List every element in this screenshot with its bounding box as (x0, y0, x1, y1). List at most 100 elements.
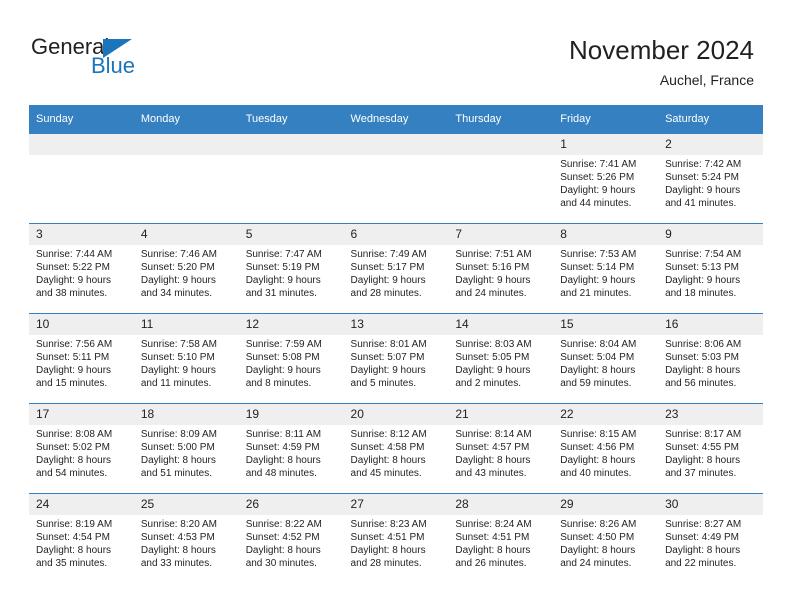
day-number: 26 (238, 494, 344, 515)
day-number: 30 (658, 494, 763, 515)
day-number: 16 (658, 314, 763, 335)
calendar-day-cell[interactable]: 19 Sunrise: 8:11 AM Sunset: 4:59 PM Dayligh… (238, 403, 344, 494)
daylight-text-line1: Daylight: 9 hours (350, 275, 426, 286)
sunrise-text: Sunrise: 8:24 AM (455, 519, 532, 530)
sunrise-text: Sunrise: 7:41 AM (560, 159, 637, 170)
sunrise-text: Sunrise: 8:23 AM (350, 519, 427, 530)
day-details: Sunrise: 8:17 AM Sunset: 4:55 PM Daylight:… (658, 425, 763, 480)
calendar-day-cell[interactable]: 7 Sunrise: 7:51 AM Sunset: 5:16 PM Daylight… (448, 223, 554, 314)
calendar-day-cell[interactable]: 29 Sunrise: 8:26 AM Sunset: 4:50 PM Dayligh… (553, 493, 659, 583)
calendar-day-cell[interactable]: 14 Sunrise: 8:03 AM Sunset: 5:05 PM Dayligh… (448, 313, 554, 404)
calendar-day-cell[interactable]: 11 Sunrise: 7:58 AM Sunset: 5:10 PM Dayligh… (133, 313, 239, 404)
day-number: 23 (658, 404, 763, 425)
day-details: Sunrise: 8:24 AM Sunset: 4:51 PM Daylight:… (448, 515, 553, 570)
day-number: 8 (553, 224, 659, 245)
daylight-text-line2: and 59 minutes. (560, 378, 632, 389)
daylight-text-line2: and 40 minutes. (560, 468, 632, 479)
calendar-day-cell[interactable]: 17 Sunrise: 8:08 AM Sunset: 5:02 PM Dayligh… (29, 403, 134, 494)
sunrise-text: Sunrise: 8:19 AM (36, 519, 113, 530)
daylight-text-line1: Daylight: 8 hours (140, 545, 216, 556)
sunset-text: Sunset: 4:58 PM (350, 442, 425, 453)
daylight-text-line1: Daylight: 8 hours (245, 455, 321, 466)
sunset-text: Sunset: 4:55 PM (665, 442, 739, 453)
sunset-text: Sunset: 5:17 PM (350, 262, 425, 273)
calendar-day-cell[interactable]: 27 Sunrise: 8:23 AM Sunset: 4:51 PM Dayligh… (343, 493, 449, 583)
calendar-day-cell[interactable]: 24 Sunrise: 8:19 AM Sunset: 4:54 PM Dayligh… (29, 493, 134, 583)
calendar-table: Sunday Monday Tuesday Wednesday Thursday… (29, 105, 763, 583)
calendar-day-cell[interactable]: 3 Sunrise: 7:44 AM Sunset: 5:22 PM Daylight… (29, 223, 134, 314)
sunset-text: Sunset: 5:02 PM (36, 442, 110, 453)
daylight-text-line2: and 15 minutes. (36, 378, 108, 389)
day-number (238, 134, 344, 155)
calendar-day-cell[interactable]: 6 Sunrise: 7:49 AM Sunset: 5:17 PM Daylight… (343, 223, 449, 314)
daylight-text-line2: and 24 minutes. (455, 288, 527, 299)
sunset-text: Sunset: 4:50 PM (560, 532, 635, 543)
daylight-text-line1: Daylight: 9 hours (665, 185, 741, 196)
calendar-day-cell[interactable]: 10 Sunrise: 7:56 AM Sunset: 5:11 PM Dayligh… (29, 313, 134, 404)
sunrise-text: Sunrise: 8:17 AM (665, 429, 742, 440)
sunrise-text: Sunrise: 7:53 AM (560, 249, 637, 260)
day-number: 10 (29, 314, 134, 335)
calendar-day-cell[interactable]: 4 Sunrise: 7:46 AM Sunset: 5:20 PM Daylight… (133, 223, 239, 314)
day-details: Sunrise: 8:15 AM Sunset: 4:56 PM Daylight:… (553, 425, 658, 480)
daylight-text-line2: and 43 minutes. (455, 468, 527, 479)
day-number: 4 (133, 224, 239, 245)
calendar-day-cell[interactable]: 9 Sunrise: 7:54 AM Sunset: 5:13 PM Daylight… (658, 223, 763, 314)
day-details: Sunrise: 7:41 AM Sunset: 5:26 PM Daylight:… (553, 155, 658, 210)
sunrise-text: Sunrise: 7:49 AM (350, 249, 427, 260)
daylight-text-line1: Daylight: 9 hours (560, 185, 636, 196)
sunset-text: Sunset: 5:22 PM (36, 262, 110, 273)
weekday-header-sunday: Sunday (29, 105, 134, 134)
sunrise-text: Sunrise: 8:20 AM (140, 519, 217, 530)
daylight-text-line2: and 45 minutes. (350, 468, 422, 479)
sunrise-text: Sunrise: 8:03 AM (455, 339, 532, 350)
day-number: 21 (448, 404, 554, 425)
calendar-day-cell[interactable]: 8 Sunrise: 7:53 AM Sunset: 5:14 PM Daylight… (553, 223, 659, 314)
calendar-day-cell[interactable]: 13 Sunrise: 8:01 AM Sunset: 5:07 PM Dayligh… (343, 313, 449, 404)
daylight-text-line2: and 26 minutes. (455, 558, 527, 569)
sunrise-text: Sunrise: 8:22 AM (245, 519, 322, 530)
daylight-text-line2: and 41 minutes. (665, 198, 737, 209)
calendar-day-cell[interactable]: 15 Sunrise: 8:04 AM Sunset: 5:04 PM Dayligh… (553, 313, 659, 404)
brand-logo[interactable]: General Blue (31, 36, 211, 86)
day-details: Sunrise: 8:14 AM Sunset: 4:57 PM Daylight:… (448, 425, 553, 480)
day-details: Sunrise: 8:06 AM Sunset: 5:03 PM Daylight:… (658, 335, 763, 390)
sunrise-text: Sunrise: 8:08 AM (36, 429, 113, 440)
daylight-text-line1: Daylight: 8 hours (455, 545, 531, 556)
daylight-text-line2: and 21 minutes. (560, 288, 632, 299)
sunrise-text: Sunrise: 7:59 AM (245, 339, 322, 350)
daylight-text-line2: and 38 minutes. (36, 288, 108, 299)
day-number: 3 (29, 224, 134, 245)
calendar-day-cell[interactable]: 21 Sunrise: 8:14 AM Sunset: 4:57 PM Dayligh… (448, 403, 554, 494)
calendar-day-cell[interactable]: 22 Sunrise: 8:15 AM Sunset: 4:56 PM Dayligh… (553, 403, 659, 494)
calendar-day-cell[interactable]: 1 Sunrise: 7:41 AM Sunset: 5:26 PM Daylight… (553, 133, 659, 224)
calendar-day-cell[interactable]: 2 Sunrise: 7:42 AM Sunset: 5:24 PM Daylight… (658, 133, 763, 224)
daylight-text-line1: Daylight: 9 hours (140, 365, 216, 376)
daylight-text-line1: Daylight: 9 hours (350, 365, 426, 376)
calendar-day-cell[interactable]: 12 Sunrise: 7:59 AM Sunset: 5:08 PM Dayligh… (238, 313, 344, 404)
day-number: 22 (553, 404, 659, 425)
day-details: Sunrise: 7:53 AM Sunset: 5:14 PM Daylight:… (553, 245, 658, 300)
sunset-text: Sunset: 4:54 PM (36, 532, 110, 543)
calendar-day-cell[interactable]: 30 Sunrise: 8:27 AM Sunset: 4:49 PM Dayligh… (658, 493, 763, 583)
day-number: 7 (448, 224, 554, 245)
daylight-text-line2: and 33 minutes. (140, 558, 213, 569)
sunrise-text: Sunrise: 8:14 AM (455, 429, 532, 440)
daylight-text-line2: and 44 minutes. (560, 198, 632, 209)
sunset-text: Sunset: 4:59 PM (245, 442, 320, 453)
day-details: Sunrise: 8:27 AM Sunset: 4:49 PM Daylight:… (658, 515, 763, 570)
day-details: Sunrise: 8:04 AM Sunset: 5:04 PM Daylight:… (553, 335, 658, 390)
calendar-day-cell[interactable]: 16 Sunrise: 8:06 AM Sunset: 5:03 PM Dayligh… (658, 313, 763, 404)
calendar-day-cell[interactable]: 18 Sunrise: 8:09 AM Sunset: 5:00 PM Dayligh… (133, 403, 239, 494)
calendar-day-cell[interactable]: 23 Sunrise: 8:17 AM Sunset: 4:55 PM Dayligh… (658, 403, 763, 494)
calendar-day-cell[interactable]: 20 Sunrise: 8:12 AM Sunset: 4:58 PM Dayligh… (343, 403, 449, 494)
day-details: Sunrise: 7:56 AM Sunset: 5:11 PM Daylight:… (29, 335, 134, 390)
calendar-day-cell[interactable]: 28 Sunrise: 8:24 AM Sunset: 4:51 PM Dayligh… (448, 493, 554, 583)
calendar-day-cell[interactable]: 26 Sunrise: 8:22 AM Sunset: 4:52 PM Dayligh… (238, 493, 344, 583)
calendar-day-cell[interactable]: 25 Sunrise: 8:20 AM Sunset: 4:53 PM Dayligh… (133, 493, 239, 583)
day-details: Sunrise: 8:23 AM Sunset: 4:51 PM Daylight:… (344, 515, 449, 570)
daylight-text-line1: Daylight: 9 hours (245, 365, 321, 376)
calendar-day-cell[interactable]: 5 Sunrise: 7:47 AM Sunset: 5:19 PM Daylight… (238, 223, 344, 314)
day-details: Sunrise: 8:01 AM Sunset: 5:07 PM Daylight:… (344, 335, 449, 390)
weekday-header-saturday: Saturday (658, 105, 763, 134)
